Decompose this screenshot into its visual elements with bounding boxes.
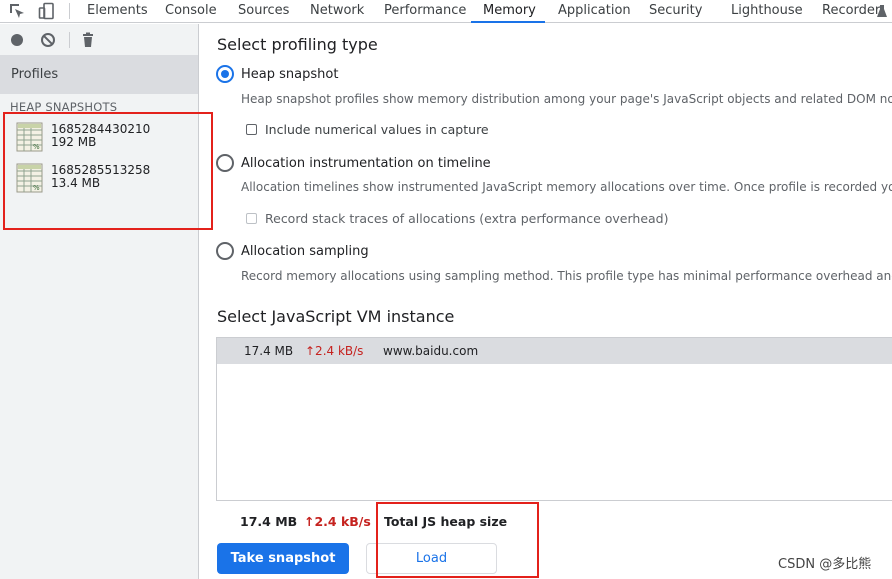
toolbar-separator — [69, 32, 70, 48]
memory-panel: Select profiling type Heap snapshot Heap… — [200, 24, 892, 579]
sidebar-toolbar — [0, 24, 199, 55]
profiling-type-title: Select profiling type — [217, 35, 378, 54]
inspect-element-icon[interactable] — [8, 2, 26, 20]
device-toolbar-icon[interactable] — [38, 2, 56, 20]
take-snapshot-button[interactable]: Take snapshot — [217, 543, 349, 574]
total-heap-rate: ↑2.4 kB/s — [304, 514, 371, 529]
total-heap-size-label: Total JS heap size — [384, 514, 508, 529]
tab-sources[interactable]: Sources — [238, 0, 289, 23]
allocation-sampling-label[interactable]: Allocation sampling — [241, 244, 369, 259]
delete-icon[interactable] — [80, 32, 96, 48]
tab-memory[interactable]: Memory — [483, 0, 536, 23]
vm-instance-rate: ↑2.4 kB/s — [305, 344, 364, 358]
vm-instance-size: 17.4 MB — [244, 344, 294, 358]
tab-console[interactable]: Console — [165, 0, 217, 23]
record-icon[interactable] — [9, 32, 25, 48]
tab-recorder[interactable]: Recorder — [822, 0, 880, 23]
allocation-sampling-description: Record memory allocations using sampling… — [241, 269, 892, 283]
stack-traces-checkbox[interactable] — [246, 213, 257, 224]
active-tab-indicator — [471, 21, 545, 23]
stack-traces-label: Record stack traces of allocations (extr… — [265, 211, 669, 226]
heap-snapshot-label[interactable]: Heap snapshot — [241, 67, 338, 82]
recorder-flask-icon — [877, 5, 887, 17]
snapshot-name: 1685284430210 — [51, 122, 151, 136]
snapshot-name: 1685285513258 — [51, 163, 151, 177]
allocation-sampling-radio[interactable] — [216, 242, 234, 260]
numerical-values-checkbox[interactable] — [246, 124, 257, 135]
snapshot-size: 13.4 MB — [51, 176, 101, 190]
load-button[interactable]: Load — [366, 543, 497, 574]
tab-application[interactable]: Application — [558, 0, 631, 23]
total-heap-size-value: 17.4 MB — [240, 514, 298, 529]
profiles-header[interactable]: Profiles — [0, 55, 198, 94]
clear-icon[interactable] — [40, 32, 56, 48]
vm-instance-row[interactable]: 17.4 MB ↑2.4 kB/s www.baidu.com — [217, 338, 892, 364]
allocation-timeline-label[interactable]: Allocation instrumentation on timeline — [241, 156, 491, 171]
tab-security[interactable]: Security — [649, 0, 702, 23]
heap-snapshots-section-label: HEAP SNAPSHOTS — [10, 100, 118, 114]
allocation-timeline-description: Allocation timelines show instrumented J… — [241, 180, 892, 194]
tab-lighthouse[interactable]: Lighthouse — [731, 0, 803, 23]
vm-instance-url: www.baidu.com — [383, 344, 479, 358]
snapshot-item[interactable]: % 1685284430210 192 MB — [16, 122, 196, 158]
svg-text:%: % — [33, 184, 40, 192]
devtools-tab-bar: Elements Console Sources Network Perform… — [0, 0, 892, 23]
watermark-text: CSDN @多比熊 — [778, 557, 872, 572]
profiles-sidebar: Profiles HEAP SNAPSHOTS % 1685284430210 … — [0, 24, 199, 579]
vm-instance-list: 17.4 MB ↑2.4 kB/s www.baidu.com — [216, 337, 892, 501]
snapshot-item[interactable]: % 1685285513258 13.4 MB — [16, 163, 196, 199]
tab-performance[interactable]: Performance — [384, 0, 466, 23]
snapshot-size: 192 MB — [51, 135, 97, 149]
svg-text:%: % — [33, 143, 40, 151]
tab-network[interactable]: Network — [310, 0, 364, 23]
vm-instance-title: Select JavaScript VM instance — [217, 307, 455, 326]
heap-snapshot-radio[interactable] — [216, 65, 234, 83]
allocation-timeline-radio[interactable] — [216, 154, 234, 172]
toolbar-separator — [69, 3, 70, 19]
heap-snapshot-icon: % — [16, 163, 43, 193]
tab-elements[interactable]: Elements — [87, 0, 148, 23]
heap-snapshot-description: Heap snapshot profiles show memory distr… — [241, 92, 892, 106]
numerical-values-label[interactable]: Include numerical values in capture — [265, 122, 489, 137]
heap-snapshot-icon: % — [16, 122, 43, 152]
